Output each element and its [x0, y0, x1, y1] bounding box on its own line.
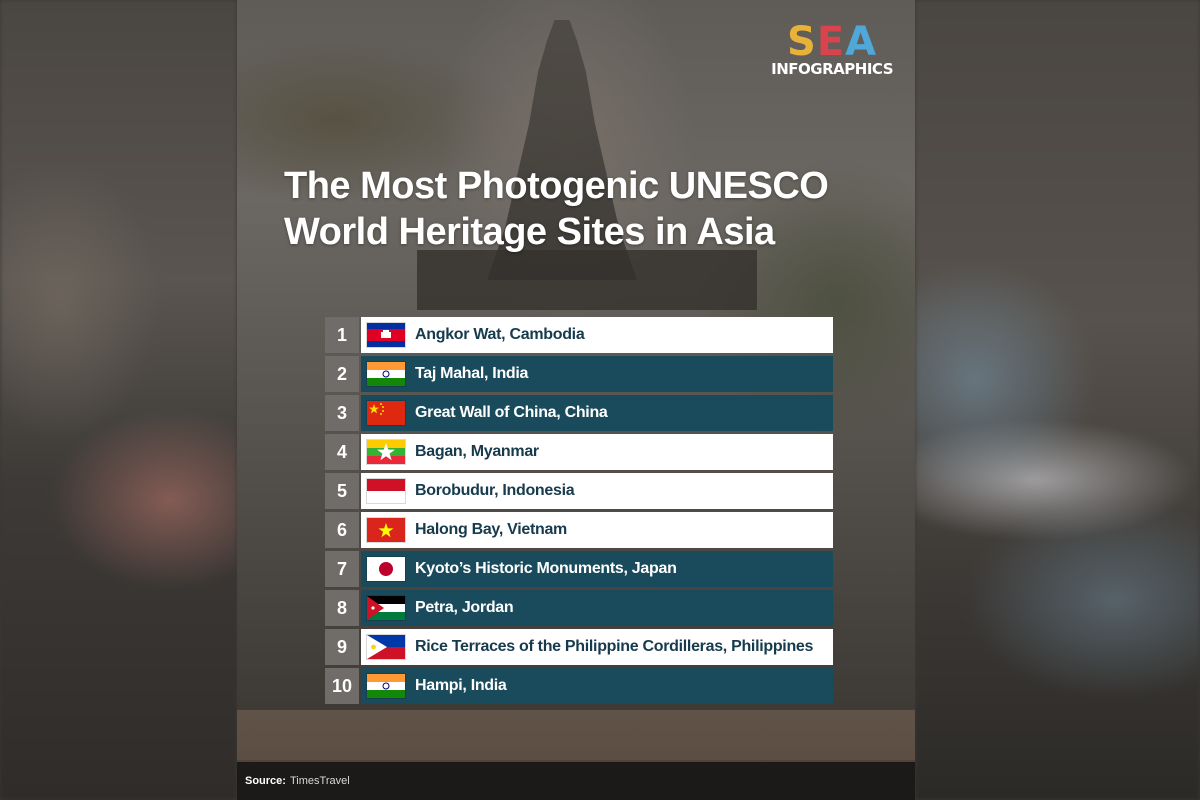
site-name: Hampi, India: [415, 677, 507, 694]
ranking-row: 8 Petra, Jordan: [325, 590, 833, 626]
ranking-row: 9 Rice Terraces of the Philippine Cordill…: [325, 629, 833, 665]
temple-base-background: [417, 250, 757, 310]
ranking-row-content: Great Wall of China, China: [361, 395, 833, 431]
site-name: Petra, Jordan: [415, 599, 514, 616]
rank-number: 2: [325, 356, 359, 392]
ranking-row: 6 Halong Bay, Vietnam: [325, 512, 833, 548]
site-name: Taj Mahal, India: [415, 365, 529, 382]
site-name: Rice Terraces of the Philippine Cordille…: [415, 638, 814, 655]
site-name: Borobudur, Indonesia: [415, 482, 575, 499]
site-name: Angkor Wat, Cambodia: [415, 326, 585, 343]
infographic-poster: SEA INFOGRAPHICS The Most Photogenic UNE…: [237, 0, 915, 800]
india-flag-icon: [367, 362, 405, 386]
ranking-row-content: Bagan, Myanmar: [361, 434, 833, 470]
ranking-row-content: Petra, Jordan: [361, 590, 833, 626]
ranking-row: 2 Taj Mahal, India: [325, 356, 833, 392]
ranking-row-content: Borobudur, Indonesia: [361, 473, 833, 509]
rank-number: 3: [325, 395, 359, 431]
ranking-row: 7 Kyoto’s Historic Monuments, Japan: [325, 551, 833, 587]
ranking-row-content: Taj Mahal, India: [361, 356, 833, 392]
ranking-row: 10 Hampi, India: [325, 668, 833, 704]
jordan-flag-icon: [367, 596, 405, 620]
logo-brand: SEA: [787, 19, 878, 65]
ranking-row-content: Angkor Wat, Cambodia: [361, 317, 833, 353]
ranking-row: 5 Borobudur, Indonesia: [325, 473, 833, 509]
page-title: The Most Photogenic UNESCO World Heritag…: [284, 165, 829, 253]
rank-number: 10: [325, 668, 359, 704]
cambodia-flag-icon: [367, 323, 405, 347]
japan-flag-icon: [367, 557, 405, 581]
ranking-row: 4 Bagan, Myanmar: [325, 434, 833, 470]
rank-number: 9: [325, 629, 359, 665]
rank-number: 8: [325, 590, 359, 626]
rank-number: 7: [325, 551, 359, 587]
logo-subtitle: INFOGRAPHICS: [771, 60, 893, 78]
site-name: Bagan, Myanmar: [415, 443, 539, 460]
source-value: TimesTravel: [289, 775, 350, 787]
rank-number: 5: [325, 473, 359, 509]
rank-number: 4: [325, 434, 359, 470]
rank-number: 1: [325, 317, 359, 353]
ranking-list: 1 Angkor Wat, Cambodia 2 Taj Mahal, India 3 G…: [325, 317, 833, 707]
india-flag-icon: [367, 674, 405, 698]
blurred-background-right: [915, 0, 1200, 800]
philippines-flag-icon: [367, 635, 405, 659]
site-name: Great Wall of China, China: [415, 404, 608, 421]
ranking-row-content: Rice Terraces of the Philippine Cordille…: [361, 629, 833, 665]
source-footer: Source: TimesTravel: [237, 762, 915, 800]
myanmar-flag-icon: [367, 440, 405, 464]
sea-infographics-logo: SEA INFOGRAPHICS: [771, 22, 893, 78]
ranking-row-content: Hampi, India: [361, 668, 833, 704]
site-name: Halong Bay, Vietnam: [415, 521, 567, 538]
ground-background: [237, 710, 915, 760]
ranking-row-content: Kyoto’s Historic Monuments, Japan: [361, 551, 833, 587]
source-label: Source:: [245, 775, 286, 787]
rank-number: 6: [325, 512, 359, 548]
ranking-row-content: Halong Bay, Vietnam: [361, 512, 833, 548]
indonesia-flag-icon: [367, 479, 405, 503]
site-name: Kyoto’s Historic Monuments, Japan: [415, 560, 677, 577]
vietnam-flag-icon: [367, 518, 405, 542]
blurred-background-left: [0, 0, 237, 800]
ranking-row: 1 Angkor Wat, Cambodia: [325, 317, 833, 353]
china-flag-icon: [367, 401, 405, 425]
ranking-row: 3 Great Wall of China, China: [325, 395, 833, 431]
